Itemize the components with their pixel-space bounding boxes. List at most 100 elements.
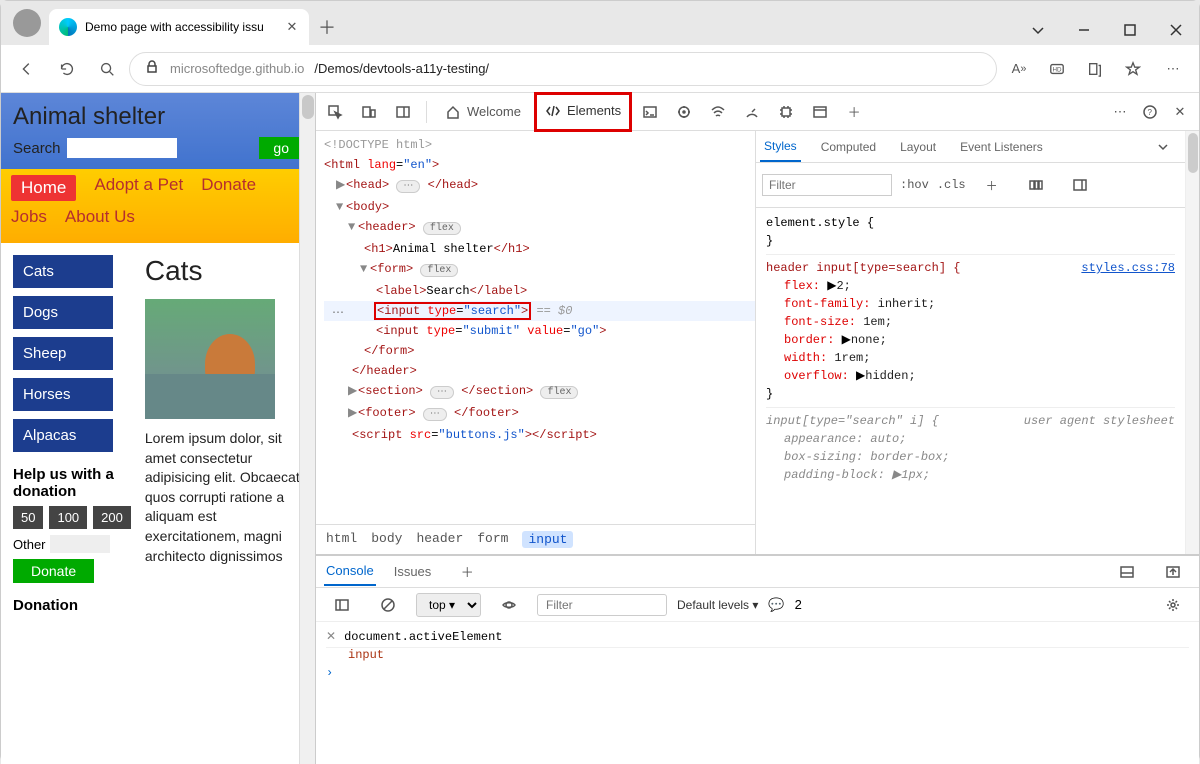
- search-input[interactable]: [67, 138, 177, 158]
- drawer-expand-icon[interactable]: [1155, 554, 1191, 590]
- refresh-icon[interactable]: [49, 51, 85, 87]
- tab-console[interactable]: Console: [324, 557, 376, 586]
- close-devtools-icon[interactable]: ✕: [1165, 97, 1195, 127]
- crumb-body[interactable]: body: [371, 531, 402, 548]
- source-link[interactable]: styles.css:78: [1081, 259, 1175, 277]
- donate-100[interactable]: 100: [49, 506, 87, 529]
- new-tab-button[interactable]: ＋: [309, 9, 345, 45]
- tab-computed[interactable]: Computed: [817, 133, 880, 161]
- dock-side-icon[interactable]: [388, 97, 418, 127]
- favorite-icon[interactable]: [1115, 51, 1151, 87]
- dismiss-icon[interactable]: ✕: [326, 629, 336, 644]
- dom-panel: <!DOCTYPE html> <html lang="en"> ▶<head>…: [316, 131, 756, 554]
- console-output[interactable]: ✕document.activeElement input ›: [316, 622, 1199, 688]
- main-heading: Cats: [145, 255, 303, 287]
- collections-icon[interactable]: [1077, 51, 1113, 87]
- memory-icon[interactable]: [771, 97, 801, 127]
- tab-styles[interactable]: Styles: [760, 132, 801, 162]
- url-host: microsoftedge.github.io: [170, 61, 304, 76]
- svg-text:HD: HD: [1053, 66, 1062, 73]
- back-icon[interactable]: [9, 51, 45, 87]
- computed-toggle-icon[interactable]: [1062, 167, 1098, 203]
- live-expression-icon[interactable]: [491, 587, 527, 623]
- donation-other-label: Other: [13, 537, 46, 552]
- toggle-console-icon[interactable]: [635, 97, 665, 127]
- nav-donate[interactable]: Donate: [201, 175, 256, 201]
- address-bar[interactable]: microsoftedge.github.io/Demos/devtools-a…: [129, 52, 997, 86]
- donation-other-input[interactable]: [50, 535, 110, 553]
- tab-welcome[interactable]: Welcome: [435, 93, 531, 131]
- breadcrumb[interactable]: html body header form input: [316, 524, 755, 554]
- nav-adopt[interactable]: Adopt a Pet: [94, 175, 183, 201]
- cat-image: [145, 299, 275, 419]
- minimize-icon[interactable]: [1061, 15, 1107, 45]
- performance-icon[interactable]: [737, 97, 767, 127]
- drawer-dock-icon[interactable]: [1109, 554, 1145, 590]
- maximize-icon[interactable]: [1107, 15, 1153, 45]
- cls-toggle[interactable]: .cls: [937, 178, 966, 192]
- page-nav: Home Adopt a Pet Donate Jobs About Us: [1, 169, 315, 243]
- console-settings-icon[interactable]: [1155, 587, 1191, 623]
- styles-rules[interactable]: element.style { } header input[type=sear…: [756, 208, 1185, 554]
- log-levels[interactable]: Default levels ▾: [677, 598, 758, 612]
- page-scrollbar[interactable]: [299, 93, 315, 764]
- console-prompt[interactable]: ›: [326, 662, 1189, 684]
- network-icon[interactable]: [703, 97, 733, 127]
- nav-jobs[interactable]: Jobs: [11, 207, 47, 227]
- donate-200[interactable]: 200: [93, 506, 131, 529]
- hov-toggle[interactable]: :hov: [900, 178, 929, 192]
- application-icon[interactable]: [805, 97, 835, 127]
- browser-toolbar: microsoftedge.github.io/Demos/devtools-a…: [1, 45, 1199, 93]
- dom-tree[interactable]: <!DOCTYPE html> <html lang="en"> ▶<head>…: [316, 131, 755, 524]
- device-toggle-icon[interactable]: [354, 97, 384, 127]
- selected-dom-node[interactable]: ⋯<input type="search"> == $0: [324, 301, 755, 321]
- new-style-icon[interactable]: ＋: [974, 167, 1010, 203]
- tab-elements[interactable]: Elements: [535, 93, 631, 131]
- sources-icon[interactable]: [669, 97, 699, 127]
- crumb-form[interactable]: form: [477, 531, 508, 548]
- close-window-icon[interactable]: [1153, 15, 1199, 45]
- more-tabs-icon[interactable]: ＋: [839, 97, 869, 127]
- devtools-menu-icon[interactable]: ⋯: [1105, 97, 1135, 127]
- chevron-down-icon[interactable]: [1015, 15, 1061, 45]
- hd-icon[interactable]: HD: [1039, 51, 1075, 87]
- tab-event-listeners[interactable]: Event Listeners: [956, 133, 1047, 161]
- console-sidebar-icon[interactable]: [324, 587, 360, 623]
- add-drawer-tab-icon[interactable]: ＋: [449, 554, 485, 590]
- page-sidebar: Cats Dogs Sheep Horses Alpacas Help us w…: [13, 255, 131, 620]
- content-area: Animal shelter Search go Home Adopt a Pe…: [1, 93, 1199, 764]
- crumb-html[interactable]: html: [326, 531, 357, 548]
- clear-console-icon[interactable]: [370, 587, 406, 623]
- read-aloud-icon[interactable]: A»: [1001, 51, 1037, 87]
- page-body: Cats Dogs Sheep Horses Alpacas Help us w…: [1, 243, 315, 632]
- close-tab-icon[interactable]: ✕: [285, 20, 299, 34]
- more-icon[interactable]: ⋯: [1155, 51, 1191, 87]
- inspect-icon[interactable]: [320, 97, 350, 127]
- styles-scrollbar[interactable]: [1185, 131, 1199, 554]
- flexbox-editor-icon[interactable]: [1018, 167, 1054, 203]
- donate-50[interactable]: 50: [13, 506, 43, 529]
- crumb-input[interactable]: input: [522, 531, 573, 548]
- sidebar-item-horses[interactable]: Horses: [13, 378, 113, 411]
- browser-tab[interactable]: Demo page with accessibility issu ✕: [49, 9, 309, 45]
- tab-issues[interactable]: Issues: [392, 558, 434, 585]
- profile-avatar[interactable]: [13, 9, 41, 37]
- context-selector[interactable]: top ▾: [416, 593, 481, 617]
- styles-filter-input[interactable]: [762, 174, 892, 196]
- donate-button[interactable]: Donate: [13, 559, 94, 583]
- sidebar-item-alpacas[interactable]: Alpacas: [13, 419, 113, 452]
- tab-layout[interactable]: Layout: [896, 133, 940, 161]
- sidebar-item-dogs[interactable]: Dogs: [13, 296, 113, 329]
- sidebar-item-sheep[interactable]: Sheep: [13, 337, 113, 370]
- sidebar-item-cats[interactable]: Cats: [13, 255, 113, 288]
- chevron-down-icon[interactable]: [1145, 131, 1181, 165]
- issues-count[interactable]: 2: [795, 597, 802, 612]
- svg-text:?: ?: [1148, 108, 1153, 117]
- help-icon[interactable]: ?: [1135, 97, 1165, 127]
- nav-home[interactable]: Home: [11, 175, 76, 201]
- console-filter-input[interactable]: [537, 594, 667, 616]
- crumb-header[interactable]: header: [416, 531, 463, 548]
- nav-about[interactable]: About Us: [65, 207, 135, 227]
- go-button[interactable]: go: [259, 137, 303, 159]
- search-icon[interactable]: [89, 51, 125, 87]
